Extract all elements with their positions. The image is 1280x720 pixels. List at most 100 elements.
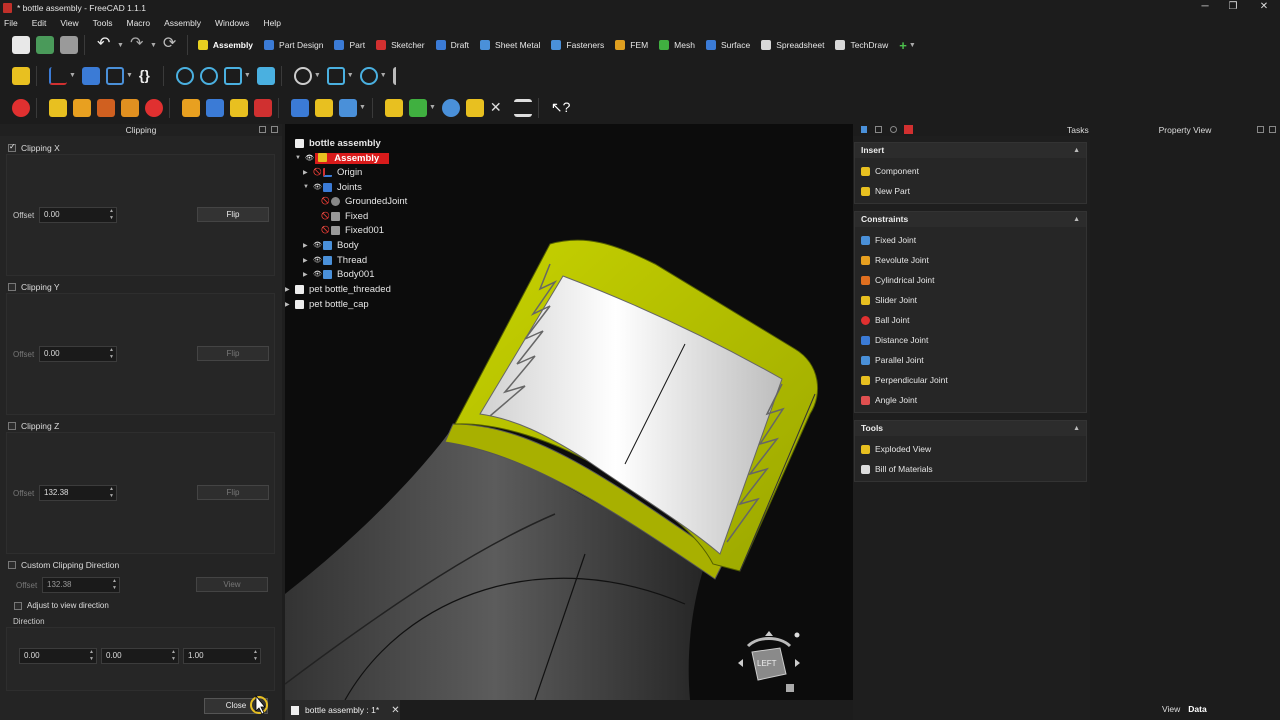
create-datum-icon[interactable] [49, 66, 67, 85]
visibility-hidden-icon[interactable]: 🚫 [313, 168, 323, 176]
bottle-cap-model[interactable] [285, 124, 853, 700]
ruler-icon[interactable] [392, 66, 411, 85]
redo-dropdown-icon[interactable]: ▼ [150, 42, 157, 49]
datum-dropdown-icon[interactable]: ▼ [69, 72, 76, 79]
close-panel-icon[interactable] [271, 126, 278, 133]
tab-view[interactable]: View [1162, 704, 1180, 714]
task-ball-joint[interactable]: Ball Joint [861, 315, 910, 325]
tasks-tab-icon[interactable] [875, 126, 882, 133]
redo-icon[interactable]: ↷ [130, 36, 148, 54]
fit-all-icon[interactable] [175, 66, 194, 85]
model-tab-icon[interactable] [861, 126, 867, 133]
direction-z-input[interactable]: 1.00 ▲ ▼ [183, 648, 261, 664]
visibility-hidden-icon[interactable]: 🚫 [321, 212, 331, 220]
menu-windows[interactable]: Windows [215, 18, 249, 28]
adjust-to-view-row[interactable]: Adjust to view direction [14, 600, 109, 610]
menu-view[interactable]: View [60, 18, 78, 28]
spin-arrows-icon[interactable]: ▲ ▼ [112, 578, 117, 592]
open-document-icon[interactable] [36, 36, 54, 54]
joint-dropdown-icon[interactable]: ▼ [359, 104, 366, 111]
visibility-hidden-icon[interactable]: 🚫 [321, 197, 331, 205]
solve-assembly-icon[interactable] [12, 98, 30, 117]
navcube-menu-icon[interactable] [786, 684, 794, 692]
minimize-button[interactable]: ─ [1190, 0, 1220, 15]
views-dropdown-icon[interactable]: ▼ [244, 72, 251, 79]
collapse-icon[interactable]: ▲ [1073, 143, 1080, 158]
undo-icon[interactable]: ↶ [97, 36, 115, 54]
workbench-tab-spreadsheet[interactable]: Spreadsheet [761, 40, 824, 50]
tree-thread[interactable]: ▶ 👁 Thread [303, 253, 367, 267]
collapse-arrow-icon[interactable]: ▼ [303, 184, 313, 190]
visibility-eye-icon[interactable]: 👁 [313, 241, 323, 249]
visibility-eye-icon[interactable]: 👁 [313, 270, 323, 278]
tree-joints[interactable]: ▼ 👁 Joints [303, 180, 362, 194]
flip-z-button[interactable]: Flip [197, 485, 269, 500]
navigation-cube[interactable]: LEFT [734, 628, 804, 698]
custom-clipping-checkbox-row[interactable]: Custom Clipping Direction [8, 559, 119, 570]
fit-selection-icon[interactable] [199, 66, 218, 85]
float-panel-icon[interactable] [259, 126, 266, 133]
expand-arrow-icon[interactable]: ▶ [303, 169, 313, 176]
menu-macro[interactable]: Macro [126, 18, 150, 28]
direction-x-input[interactable]: 0.00 ▲ ▼ [19, 648, 97, 664]
tree-pet-bottle-threaded[interactable]: ▶ pet bottle_threaded [285, 282, 391, 296]
link-dropdown-icon[interactable]: ▼ [126, 72, 133, 79]
direction-y-input[interactable]: 0.00 ▲ ▼ [101, 648, 179, 664]
task-slider-joint[interactable]: Slider Joint [861, 295, 917, 305]
tree-root-document[interactable]: bottle assembly [295, 136, 381, 150]
close-panel-icon[interactable] [1269, 126, 1276, 133]
gear-joint-icon[interactable] [408, 98, 427, 117]
std-part-icon[interactable] [12, 66, 30, 85]
expand-arrow-icon[interactable]: ▶ [303, 271, 313, 278]
simulation-icon[interactable] [465, 98, 484, 117]
gear-dropdown-icon[interactable]: ▼ [429, 104, 436, 111]
settings-tab-icon[interactable] [890, 126, 897, 133]
standard-views-icon[interactable] [326, 66, 345, 85]
tree-assembly[interactable]: ▼ 👁 Assembly [295, 151, 390, 165]
visibility-eye-icon[interactable]: 👁 [305, 154, 315, 162]
parallel-joint-icon[interactable] [291, 98, 309, 117]
cylindrical-joint-icon[interactable] [182, 98, 200, 117]
workbench-tab-surface[interactable]: Surface [705, 40, 750, 50]
refresh-icon[interactable]: ⟳ [163, 36, 181, 54]
slider-joint-icon[interactable] [206, 98, 224, 117]
undo-dropdown-icon[interactable]: ▼ [117, 42, 124, 49]
workbench-tab-assembly[interactable]: Assembly [197, 40, 253, 50]
expand-arrow-icon[interactable]: ▶ [285, 301, 295, 308]
menu-help[interactable]: Help [263, 18, 280, 28]
tree-pet-bottle-cap[interactable]: ▶ pet bottle_cap [285, 297, 369, 311]
offset-z-input[interactable]: 132.38 ▲ ▼ [39, 485, 117, 501]
3d-viewport[interactable]: bottle assembly ▼ 👁 Assembly ▶ 🚫 Origin ▼ 👁 J… [285, 124, 853, 700]
workbench-tab-techdraw[interactable]: TechDraw [835, 40, 888, 50]
new-document-icon[interactable] [12, 36, 30, 54]
custom-offset-input[interactable]: 132.38 ▲ ▼ [42, 577, 120, 593]
revolute-joint-icon[interactable] [145, 98, 163, 117]
offset-x-input[interactable]: 0.00 ▲ ▼ [39, 207, 117, 223]
workbench-tab-part-design[interactable]: Part Design [264, 40, 323, 50]
spin-arrows-icon[interactable]: ▲ ▼ [253, 649, 258, 663]
workbench-tab-draft[interactable]: Draft [435, 40, 469, 50]
workbench-tab-sheet-metal[interactable]: Sheet Metal [480, 40, 540, 50]
tab-data[interactable]: Data [1188, 704, 1206, 714]
visibility-eye-icon[interactable]: 👁 [313, 256, 323, 264]
tree-body[interactable]: ▶ 👁 Body [303, 238, 359, 252]
clipping-z-checkbox[interactable] [8, 421, 16, 430]
workbench-tab-sketcher[interactable]: Sketcher [376, 40, 425, 50]
tree-grounded-joint[interactable]: 🚫 GroundedJoint [321, 194, 407, 208]
flip-y-button[interactable]: Flip [197, 346, 269, 361]
exploded-view-icon[interactable] [441, 98, 460, 117]
workbench-tab-mesh[interactable]: Mesh [659, 40, 695, 50]
task-angle-joint[interactable]: Angle Joint [861, 395, 917, 405]
close-window-button[interactable]: ✕ [1249, 0, 1279, 15]
clipping-y-checkbox[interactable] [8, 282, 16, 291]
menu-assembly[interactable]: Assembly [164, 18, 201, 28]
measure-dropdown-icon[interactable]: ▼ [380, 72, 387, 79]
task-fixed-joint[interactable]: Fixed Joint [861, 235, 916, 245]
workbench-tab-part[interactable]: Part [334, 40, 365, 50]
insert-component-icon[interactable] [49, 98, 67, 117]
maximize-button[interactable]: ❐ [1218, 0, 1248, 15]
collapse-icon[interactable]: ▲ [1073, 212, 1080, 227]
whats-this-icon[interactable]: ↖? [551, 99, 571, 117]
link-icon[interactable] [105, 66, 124, 85]
expand-arrow-icon[interactable]: ▶ [285, 286, 295, 293]
